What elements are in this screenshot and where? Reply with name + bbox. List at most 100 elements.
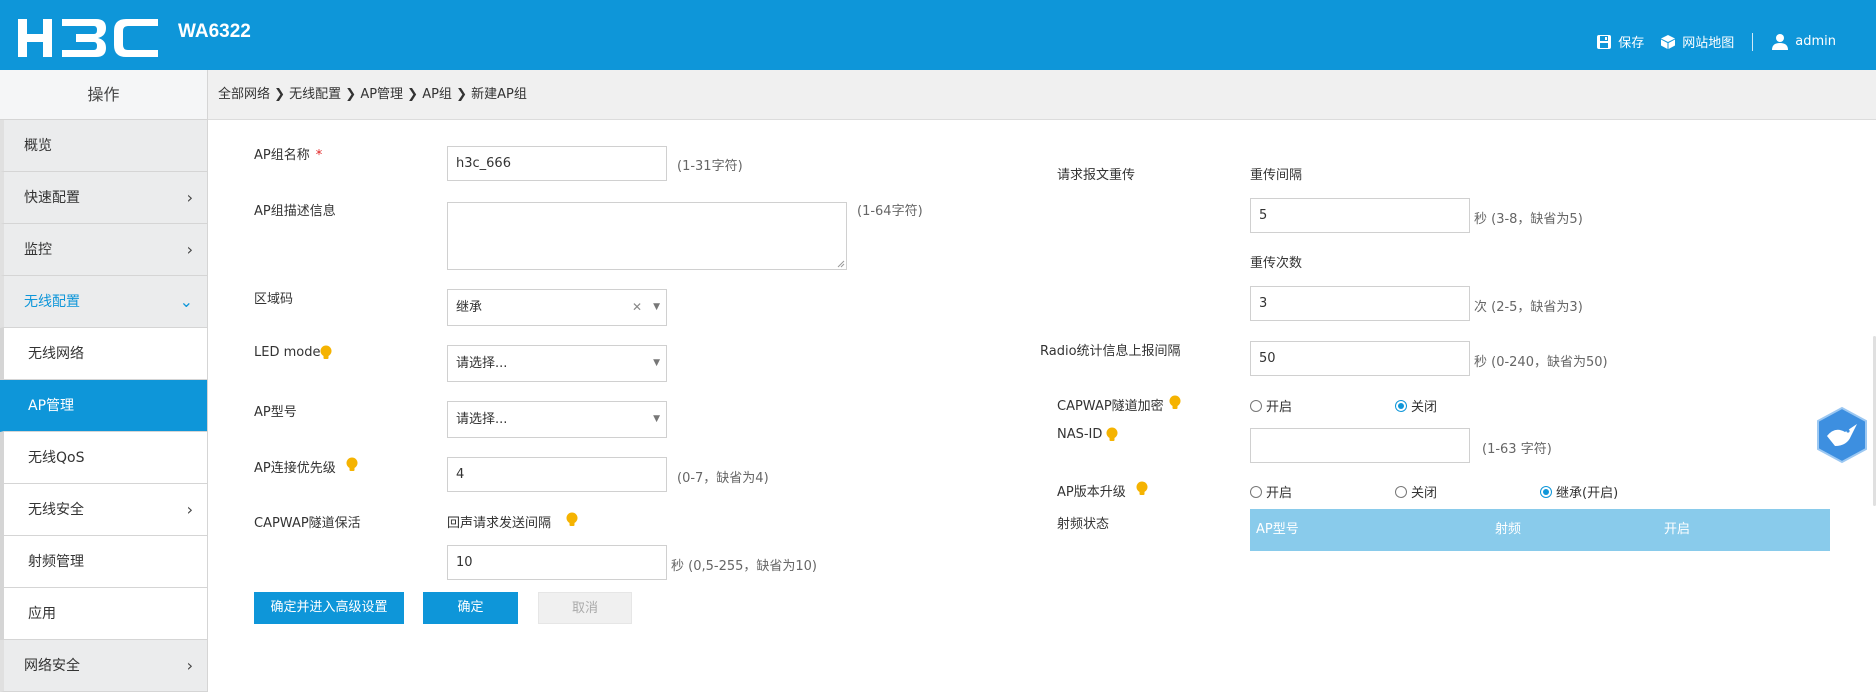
group-desc-hint: (1-64字符) — [857, 204, 923, 219]
sidebar-item-overview[interactable]: 概览 — [0, 120, 207, 172]
priority-hint: (0-7，缺省为4) — [677, 471, 769, 486]
ap-model-value: 请选择... — [456, 412, 508, 427]
dropdown-caret-icon: ▼ — [653, 358, 660, 368]
radio-stats-label: Radio统计信息上报间隔 — [1040, 344, 1181, 359]
capwap-encrypt-label: CAPWAP隧道加密 — [1057, 399, 1164, 414]
echo-interval-hint: 秒 (0,5-255，缺省为10) — [671, 559, 817, 574]
radio-selected-icon — [1395, 399, 1407, 412]
save-button[interactable]: 保存 — [1596, 32, 1644, 51]
device-model: WA6322 — [178, 21, 251, 42]
sidebar-item-label: 射频管理 — [28, 554, 84, 570]
chevron-down-icon: ⌄ — [179, 292, 193, 311]
capwap-encrypt-on-radio[interactable]: 开启 — [1250, 396, 1292, 415]
group-desc-textarea[interactable] — [447, 202, 847, 270]
ap-upgrade-label: AP版本升级 — [1057, 485, 1126, 500]
sitemap-icon — [1661, 34, 1676, 49]
radio-stats-input[interactable]: 50 — [1250, 341, 1470, 376]
sidebar: 操作 概览 快速配置 › 监控 › 无线配置 ⌄ 无线网络 AP管理 无线QoS… — [0, 70, 208, 692]
region-code-select[interactable]: 继承 ✕ ▼ — [447, 289, 667, 326]
group-desc-label: AP组描述信息 — [254, 204, 336, 219]
sidebar-item-wireless-network[interactable]: 无线网络 — [0, 328, 207, 380]
column-header-ap-model: AP型号 — [1256, 522, 1299, 537]
nas-id-hint: (1-63 字符) — [1482, 442, 1552, 457]
sidebar-item-radio-management[interactable]: 射频管理 — [0, 536, 207, 588]
help-bulb-icon[interactable] — [320, 345, 332, 361]
retrans-interval-label: 重传间隔 — [1250, 168, 1303, 183]
confirm-advanced-button[interactable]: 确定并进入高级设置 — [254, 592, 404, 624]
priority-label: AP连接优先级 — [254, 461, 336, 476]
radio-circle-icon — [1250, 399, 1262, 412]
sidebar-item-applications[interactable]: 应用 — [0, 588, 207, 640]
ap-upgrade-on-radio[interactable]: 开启 — [1250, 482, 1292, 501]
chevron-right-icon: › — [186, 656, 193, 675]
confirm-button[interactable]: 确定 — [423, 592, 518, 624]
radio-stats-hint: 秒 (0-240，缺省为50) — [1474, 355, 1608, 370]
sidebar-item-label: 无线QoS — [28, 450, 85, 466]
help-bulb-icon[interactable] — [1169, 395, 1181, 411]
sidebar-item-wireless-qos[interactable]: 无线QoS — [0, 432, 207, 484]
help-bulb-icon[interactable] — [1106, 427, 1118, 443]
sidebar-item-label: AP管理 — [28, 398, 75, 414]
radio-circle-icon — [1395, 485, 1407, 498]
username: admin — [1795, 34, 1836, 49]
nas-id-input[interactable] — [1250, 428, 1470, 463]
help-bulb-icon[interactable] — [566, 512, 578, 528]
save-label: 保存 — [1618, 36, 1645, 51]
sidebar-title: 操作 — [0, 70, 207, 120]
region-code-label: 区域码 — [254, 292, 294, 307]
led-mode-label: LED mode — [254, 345, 321, 360]
column-header-enable: 开启 — [1664, 522, 1691, 537]
sidebar-item-quick-config[interactable]: 快速配置 › — [0, 172, 207, 224]
retrans-interval-hint: 秒 (3-8，缺省为5) — [1474, 212, 1583, 227]
cancel-button[interactable]: 取消 — [538, 592, 632, 624]
sidebar-item-label: 网络安全 — [24, 658, 80, 674]
retrans-label: 请求报文重传 — [1057, 168, 1136, 183]
save-icon — [1597, 34, 1612, 49]
sidebar-item-label: 无线配置 — [24, 294, 80, 310]
sidebar-item-monitor[interactable]: 监控 › — [0, 224, 207, 276]
ap-upgrade-off-radio[interactable]: 关闭 — [1395, 482, 1437, 501]
sidebar-item-wireless-security[interactable]: 无线安全 › — [0, 484, 207, 536]
ap-model-label: AP型号 — [254, 405, 297, 420]
echo-interval-label: 回声请求发送间隔 — [447, 516, 552, 531]
sidebar-item-label: 无线网络 — [28, 346, 84, 362]
nas-id-label: NAS-ID — [1057, 427, 1103, 442]
radio-state-table-header: AP型号 射频 开启 — [1250, 509, 1830, 551]
sidebar-item-network-security[interactable]: 网络安全 › — [0, 640, 207, 692]
column-header-radio: 射频 — [1495, 522, 1522, 537]
chevron-right-icon: › — [186, 188, 193, 207]
group-name-label: AP组名称 * — [254, 148, 323, 163]
sidebar-item-label: 快速配置 — [24, 190, 80, 206]
user-icon — [1772, 33, 1789, 50]
region-code-value: 继承 — [456, 300, 483, 315]
resize-handle-icon[interactable] — [837, 260, 845, 268]
dropdown-caret-icon: ▼ — [653, 302, 660, 312]
ap-upgrade-inherit-radio[interactable]: 继承(开启) — [1540, 482, 1618, 501]
capwap-encrypt-off-radio[interactable]: 关闭 — [1395, 396, 1437, 415]
breadcrumb: 全部网络 ❯ 无线配置 ❯ AP管理 ❯ AP组 ❯ 新建AP组 — [208, 70, 1876, 120]
sidebar-item-ap-management[interactable]: AP管理 — [0, 380, 207, 432]
ap-model-select[interactable]: 请选择... ▼ — [447, 401, 667, 438]
retrans-count-input[interactable]: 3 — [1250, 286, 1470, 321]
radio-state-label: 射频状态 — [1057, 517, 1110, 532]
sidebar-item-label: 监控 — [24, 242, 52, 258]
help-bulb-icon[interactable] — [346, 457, 358, 473]
user-menu[interactable]: admin — [1771, 33, 1836, 51]
sidebar-item-wireless-config[interactable]: 无线配置 ⌄ — [0, 276, 207, 328]
led-mode-select[interactable]: 请选择... ▼ — [447, 345, 667, 382]
help-bulb-icon[interactable] — [1136, 481, 1148, 497]
chevron-right-icon: › — [186, 240, 193, 259]
retrans-count-label: 重传次数 — [1250, 256, 1303, 271]
sitemap-label: 网站地图 — [1682, 36, 1735, 51]
clear-icon[interactable]: ✕ — [632, 290, 642, 325]
sitemap-button[interactable]: 网站地图 — [1660, 32, 1734, 51]
group-name-input[interactable]: h3c_666 — [447, 146, 667, 181]
retrans-interval-input[interactable]: 5 — [1250, 198, 1470, 233]
chevron-right-icon: › — [186, 500, 193, 519]
sidebar-item-label: 无线安全 — [28, 502, 84, 518]
priority-input[interactable]: 4 — [447, 457, 667, 492]
echo-interval-input[interactable]: 10 — [447, 545, 667, 580]
keepalive-label: CAPWAP隧道保活 — [254, 516, 361, 531]
assistant-bird-icon[interactable] — [1815, 406, 1869, 464]
led-mode-value: 请选择... — [456, 356, 508, 371]
